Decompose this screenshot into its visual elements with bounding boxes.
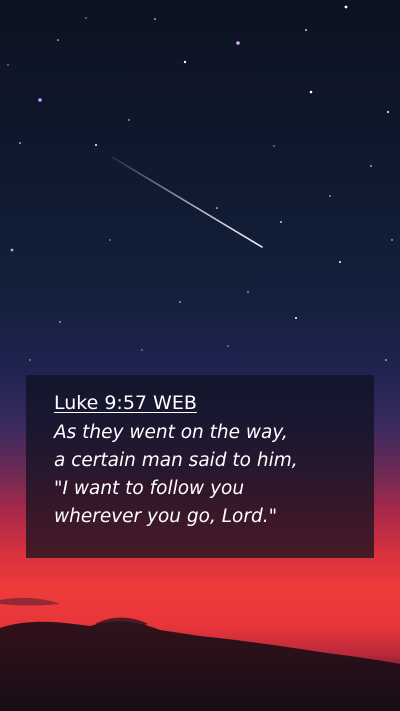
verse-line: "I want to follow you bbox=[54, 478, 245, 499]
verse-line: As they went on the way, bbox=[54, 422, 288, 443]
night-sky-wallpaper: Luke 9:57 WEB As they went on the way, a… bbox=[0, 0, 400, 711]
verse-text: As they went on the way, a certain man s… bbox=[54, 419, 374, 531]
verse-line: wherever you go, Lord." bbox=[54, 506, 278, 527]
verse-card: Luke 9:57 WEB As they went on the way, a… bbox=[26, 375, 374, 558]
verse-reference-link[interactable]: Luke 9:57 WEB bbox=[54, 391, 374, 415]
horizon-silhouette bbox=[0, 597, 400, 711]
verse-line: a certain man said to him, bbox=[54, 450, 298, 471]
